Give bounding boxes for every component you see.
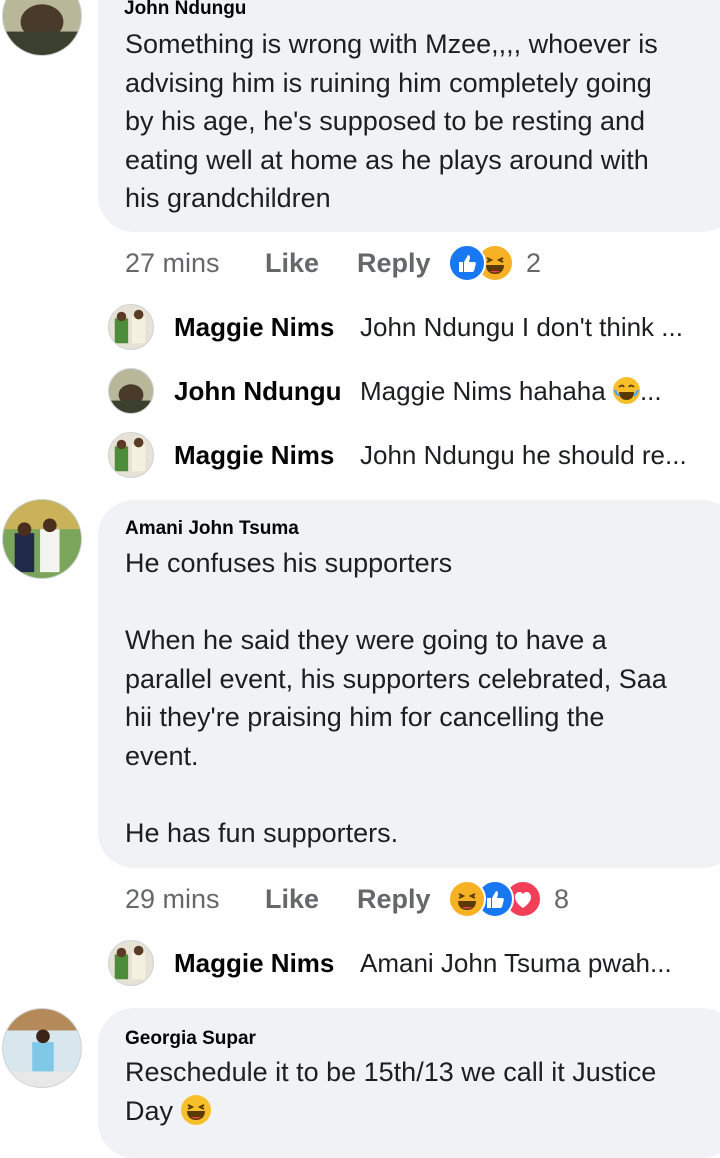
reaction-count: 2 bbox=[526, 248, 542, 278]
reply-text-ellipsis: ... bbox=[639, 376, 662, 406]
comment-line-blank bbox=[125, 775, 715, 814]
comment-line: hii they're praising him for cancelling … bbox=[125, 702, 605, 732]
comment-timestamp[interactable]: 27 mins bbox=[125, 248, 220, 279]
comment-line: He confuses his supporters bbox=[125, 548, 453, 578]
comment-text-georgia-supar: Reschedule it to be 15th/13 we call it J… bbox=[125, 1053, 715, 1130]
reply-author[interactable]: Maggie Nims bbox=[174, 440, 334, 471]
reply-item[interactable]: Maggie Nims John Ndungu I don't think ..… bbox=[108, 304, 720, 352]
haha-icon bbox=[448, 880, 486, 918]
avatar-john-ndungu[interactable] bbox=[108, 368, 154, 414]
reply-author[interactable]: Maggie Nims bbox=[174, 312, 334, 343]
avatar-maggie-nims[interactable] bbox=[108, 940, 154, 986]
reply-item[interactable]: Maggie Nims Amani John Tsuma pwah... bbox=[108, 940, 720, 988]
comment-line: his grandchildren bbox=[125, 183, 331, 213]
reactions-summary[interactable]: 8 bbox=[448, 880, 578, 920]
reply-author[interactable]: John Ndungu bbox=[174, 376, 342, 407]
like-button[interactable]: Like bbox=[265, 248, 319, 279]
comment-author[interactable]: Georgia Supar bbox=[125, 1028, 256, 1050]
avatar-maggie-nims[interactable] bbox=[108, 304, 154, 350]
comment-author[interactable]: John Ndungu bbox=[124, 0, 246, 20]
reply-text: John Ndungu he should re... bbox=[360, 440, 687, 470]
reply-text-content: Maggie Nims hahaha bbox=[360, 376, 606, 406]
avatar-maggie-nims[interactable] bbox=[108, 432, 154, 478]
reaction-count: 8 bbox=[554, 884, 570, 914]
comment-line: advising him is ruining him completely g… bbox=[125, 67, 652, 98]
comment-line: Reschedule it to be 15th/13 we call it J… bbox=[125, 1057, 657, 1087]
comment-text-john-ndungu: Something is wrong with Mzee,,,, whoever… bbox=[125, 25, 715, 218]
comment-line: When he said they were going to have a bbox=[125, 625, 607, 655]
tears-of-joy-emoji-icon bbox=[612, 377, 640, 404]
comment-line: parallel event, his supporters celebrate… bbox=[125, 663, 667, 694]
reply-author[interactable]: Maggie Nims bbox=[174, 948, 334, 979]
comment-line-blank bbox=[125, 583, 715, 622]
avatar-amani-john-tsuma[interactable] bbox=[2, 499, 82, 579]
comment-text-amani-john-tsuma: He confuses his supporters When he said … bbox=[125, 544, 715, 852]
comment-line: Day bbox=[125, 1092, 715, 1131]
comment-line: Something is wrong with Mzee,,,, whoever… bbox=[125, 29, 658, 59]
reactions-summary[interactable]: 2 bbox=[448, 244, 548, 284]
comment-line: He has fun supporters. bbox=[125, 817, 399, 848]
comment-line: by his age, he's supposed to be resting … bbox=[125, 106, 646, 136]
comment-line: event. bbox=[125, 740, 199, 771]
comment-timestamp[interactable]: 29 mins bbox=[125, 884, 220, 915]
reply-text: Maggie Nims hahaha ... bbox=[360, 376, 662, 407]
comment-line: eating well at home as he plays around w… bbox=[125, 144, 649, 175]
comment-author[interactable]: Amani John Tsuma bbox=[125, 518, 299, 540]
like-button[interactable]: Like bbox=[265, 884, 319, 915]
avatar-georgia-supar[interactable] bbox=[2, 1008, 82, 1088]
like-icon bbox=[448, 244, 486, 282]
reply-button[interactable]: Reply bbox=[357, 248, 431, 279]
reply-button[interactable]: Reply bbox=[357, 884, 431, 915]
reply-item[interactable]: John Ndungu Maggie Nims hahaha ... bbox=[108, 368, 720, 416]
reply-item[interactable]: Maggie Nims John Ndungu he should re... bbox=[108, 432, 720, 480]
comment-line-text: Day bbox=[125, 1095, 174, 1126]
reply-text: John Ndungu I don't think ... bbox=[360, 312, 683, 342]
laughing-emoji-icon bbox=[180, 1094, 211, 1125]
avatar-john-ndungu[interactable] bbox=[2, 0, 82, 56]
reply-text: Amani John Tsuma pwah... bbox=[360, 948, 672, 978]
